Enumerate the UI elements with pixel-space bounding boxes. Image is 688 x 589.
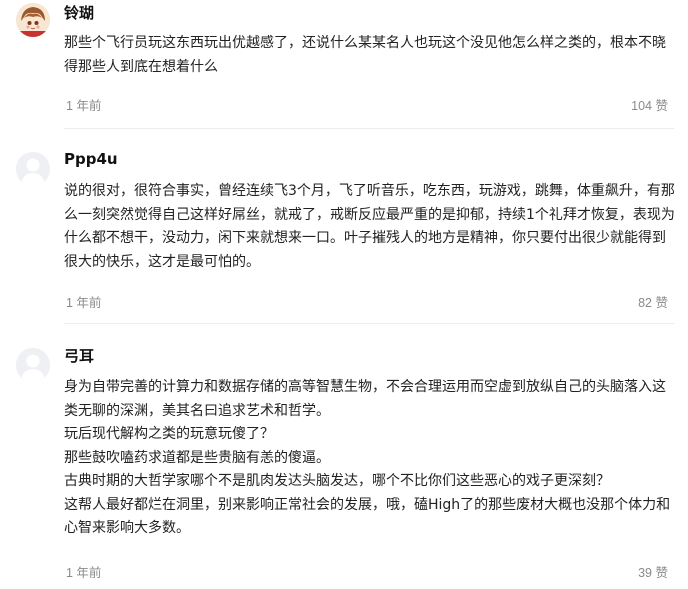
- divider: [64, 128, 674, 129]
- comment-paragraph: 说的很对，很符合事实，曾经连续飞3个月，飞了听音乐，吃东西，玩游戏，跳舞，体重飙…: [64, 183, 675, 270]
- comment-paragraph: 这帮人最好都烂在洞里，别来影响正常社会的发展，哦，磕High了的那些废材大概也没…: [64, 496, 671, 537]
- comment-author[interactable]: 弓耳: [64, 345, 94, 366]
- like-count[interactable]: 82 赞: [638, 292, 668, 311]
- comment-author[interactable]: Ppp4u: [64, 150, 118, 168]
- comment-time: 1 年前: [66, 296, 102, 310]
- comment-text: 说的很对，很符合事实，曾经连续飞3个月，飞了听音乐，吃东西，玩游戏，跳舞，体重飙…: [64, 180, 676, 274]
- like-count[interactable]: 104 赞: [631, 95, 668, 114]
- divider: [64, 323, 674, 324]
- comment-paragraph: 古典时期的大哲学家哪个不是肌肉发达头脑发达，哪个不比你们这些恶心的戏子更深刻？: [64, 473, 610, 489]
- comment-paragraph: 身为自带完善的计算力和数据存储的高等智慧生物，不会合理运用而空虚到放纵自己的头脑…: [64, 379, 666, 419]
- avatar[interactable]: [16, 3, 50, 37]
- comment-author[interactable]: 铃瑚: [64, 2, 94, 23]
- comment-text: 那些个飞行员玩这东西玩出优越感了，还说什么某某名人也玩这个没见他怎么样之类的，根…: [64, 32, 676, 79]
- comment-paragraph: 玩后现代解构之类的玩意玩傻了？: [64, 426, 274, 442]
- comment-time: 1 年前: [66, 566, 102, 580]
- like-count[interactable]: 39 赞: [638, 562, 668, 581]
- avatar[interactable]: [16, 152, 50, 186]
- comment-time: 1 年前: [66, 99, 102, 113]
- default-user-icon: [16, 348, 50, 382]
- user-photo-icon: [16, 3, 50, 37]
- comment-text: 身为自带完善的计算力和数据存储的高等智慧生物，不会合理运用而空虚到放纵自己的头脑…: [64, 376, 676, 541]
- avatar[interactable]: [16, 348, 50, 382]
- default-user-icon: [16, 152, 50, 186]
- comment-paragraph: 那些鼓吹嗑药求道都是些贵脑有恙的傻逼。: [64, 449, 330, 466]
- comment-paragraph: 那些个飞行员玩这东西玩出优越感了，还说什么某某名人也玩这个没见他怎么样之类的，根…: [64, 35, 666, 75]
